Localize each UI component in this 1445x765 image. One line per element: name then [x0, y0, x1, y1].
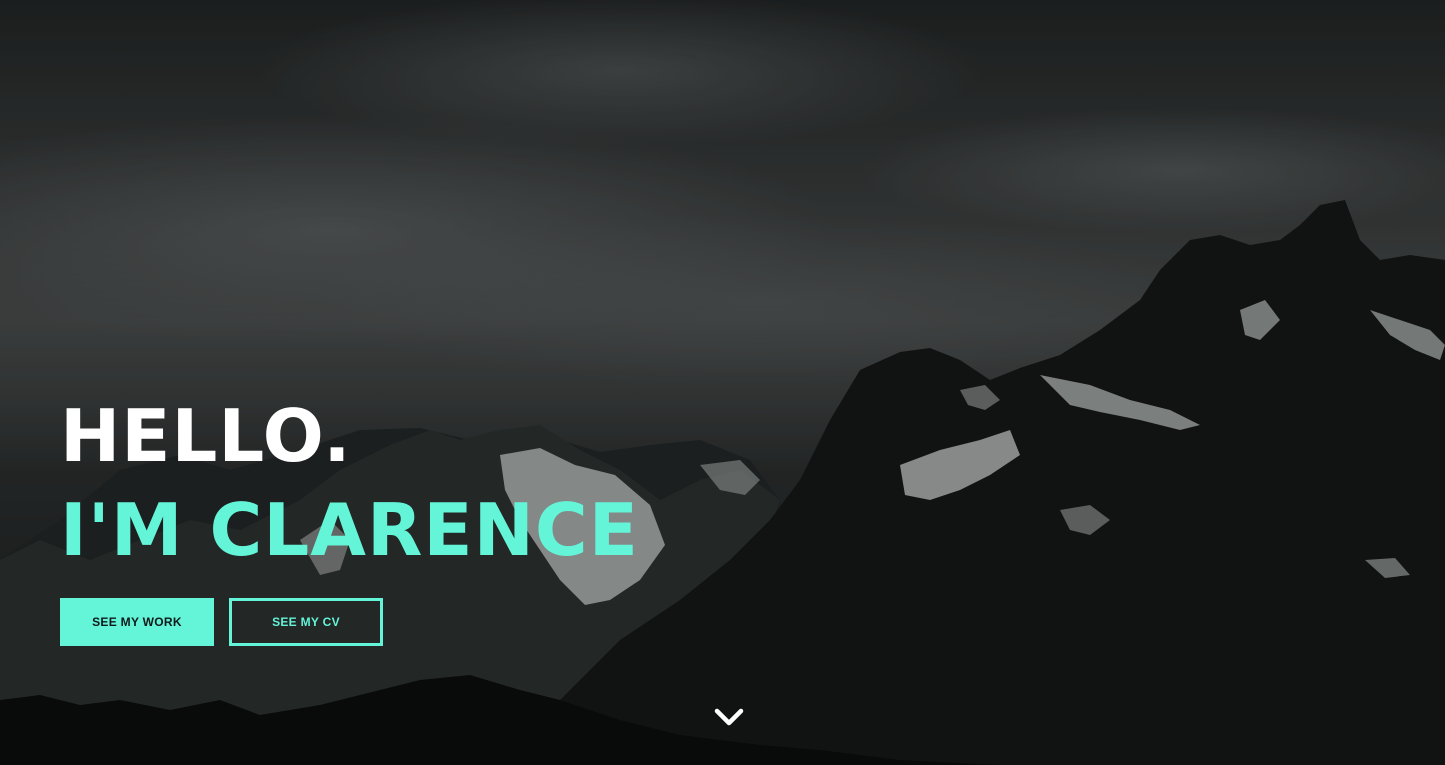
see-my-cv-button[interactable]: SEE MY CV	[229, 598, 383, 646]
cta-buttons: SEE MY WORK SEE MY CV	[60, 598, 639, 646]
hero-content: HELLO. I'M CLARENCE SEE MY WORK SEE MY C…	[60, 388, 639, 646]
see-my-work-button[interactable]: SEE MY WORK	[60, 598, 214, 646]
hero-name: I'M CLARENCE	[60, 488, 639, 572]
hero-overlay	[0, 0, 1445, 765]
hero-greeting: HELLO.	[60, 394, 352, 478]
chevron-down-icon[interactable]	[712, 703, 746, 731]
hero-section: HELLO. I'M CLARENCE SEE MY WORK SEE MY C…	[0, 0, 1445, 765]
